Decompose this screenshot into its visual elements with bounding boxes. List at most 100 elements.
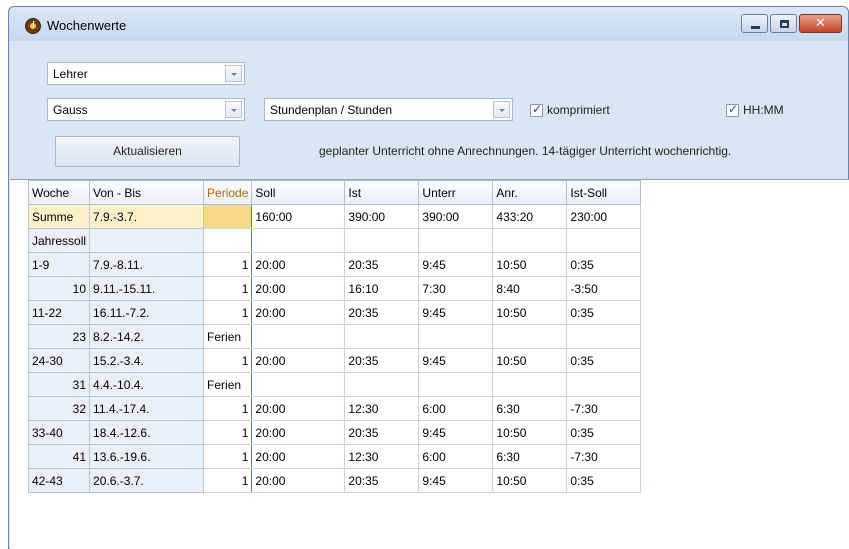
table-cell[interactable]: 12:30 bbox=[344, 444, 420, 469]
table-cell[interactable]: 160:00 bbox=[251, 204, 346, 229]
header-von-bis[interactable]: Von - Bis bbox=[89, 180, 205, 205]
table-cell[interactable]: 0:35 bbox=[566, 420, 642, 445]
table-cell[interactable]: 20:00 bbox=[251, 444, 346, 469]
table-cell[interactable]: 1 bbox=[203, 396, 253, 421]
table-cell[interactable]: 7:30 bbox=[418, 276, 494, 301]
table-row[interactable]: 1-9 7.9.-8.11. 1 20:00 20:35 9:45 10:50 0:35 bbox=[27, 252, 642, 277]
checkbox-checked-icon[interactable] bbox=[530, 102, 543, 117]
close-button[interactable]: ✕ bbox=[799, 14, 842, 33]
table-cell[interactable]: 1-9 bbox=[27, 252, 91, 277]
table-cell[interactable]: 10:50 bbox=[492, 348, 568, 373]
table-cell[interactable]: 4.4.-10.4. bbox=[89, 372, 205, 397]
table-cell[interactable]: -7:30 bbox=[566, 444, 642, 469]
table-cell[interactable] bbox=[566, 324, 642, 349]
table-cell[interactable] bbox=[418, 372, 494, 397]
person-select[interactable]: Gauss bbox=[47, 98, 245, 121]
table-cell[interactable]: Summe bbox=[27, 204, 91, 229]
table-cell[interactable]: 9.11.-15.11. bbox=[89, 276, 205, 301]
table-row[interactable]: 33-40 18.4.-12.6. 1 20:00 20:35 9:45 10:50 0:35 bbox=[27, 420, 642, 445]
table-cell[interactable]: 20:00 bbox=[251, 348, 346, 373]
table-cell[interactable]: 1 bbox=[203, 300, 253, 325]
table-row[interactable]: 11-22 16.11.-7.2. 1 20:00 20:35 9:45 10:50 0:35 bbox=[27, 300, 642, 325]
table-cell[interactable]: 10 bbox=[27, 276, 91, 301]
table-cell[interactable]: 20:00 bbox=[251, 252, 346, 277]
table-cell[interactable]: 1 bbox=[203, 444, 253, 469]
table-cell[interactable] bbox=[492, 228, 568, 253]
table-cell[interactable]: 20:35 bbox=[344, 420, 420, 445]
table-cell[interactable]: 6:30 bbox=[492, 444, 568, 469]
header-unterr[interactable]: Unterr bbox=[418, 180, 494, 205]
table-row[interactable]: 42-43 20.6.-3.7. 1 20:00 20:35 9:45 10:50 0:35 bbox=[27, 468, 642, 493]
table-cell[interactable]: 20.6.-3.7. bbox=[89, 468, 205, 493]
table-cell[interactable]: 20:00 bbox=[251, 276, 346, 301]
table-cell[interactable]: 9:45 bbox=[418, 300, 494, 325]
table-cell[interactable]: Ferien bbox=[203, 372, 253, 397]
table-cell[interactable] bbox=[203, 228, 253, 253]
table-cell[interactable]: 32 bbox=[27, 396, 91, 421]
table-cell[interactable]: 9:45 bbox=[418, 420, 494, 445]
table-cell[interactable]: Jahressoll bbox=[27, 228, 91, 253]
header-ist-soll[interactable]: Ist-Soll bbox=[566, 180, 642, 205]
table-cell[interactable]: 23 bbox=[27, 324, 91, 349]
table-cell[interactable] bbox=[566, 228, 642, 253]
table-row[interactable]: 41 13.6.-19.6. 1 20:00 12:30 6:00 6:30 -7:30 bbox=[27, 444, 642, 469]
checkbox-checked-icon[interactable] bbox=[726, 102, 739, 117]
table-cell[interactable]: 20:00 bbox=[251, 396, 346, 421]
chevron-down-icon[interactable] bbox=[493, 101, 510, 118]
table-cell[interactable]: 10:50 bbox=[492, 468, 568, 493]
table-cell[interactable]: 20:00 bbox=[251, 468, 346, 493]
table-cell[interactable]: 9:45 bbox=[418, 468, 494, 493]
table-cell[interactable]: 20:00 bbox=[251, 420, 346, 445]
table-cell[interactable]: 42-43 bbox=[27, 468, 91, 493]
table-cell[interactable]: 41 bbox=[27, 444, 91, 469]
table-cell[interactable] bbox=[203, 204, 253, 229]
table-cell[interactable]: 9:45 bbox=[418, 348, 494, 373]
table-cell[interactable]: 390:00 bbox=[344, 204, 420, 229]
table-cell[interactable]: 1 bbox=[203, 276, 253, 301]
table-cell[interactable] bbox=[89, 228, 205, 253]
table-cell[interactable]: 20:35 bbox=[344, 300, 420, 325]
header-ist[interactable]: Ist bbox=[344, 180, 420, 205]
table-cell[interactable] bbox=[251, 372, 346, 397]
table-row[interactable]: 32 11.4.-17.4. 1 20:00 12:30 6:00 6:30 -7:30 bbox=[27, 396, 642, 421]
table-cell[interactable]: 0:35 bbox=[566, 468, 642, 493]
table-cell[interactable]: -3:50 bbox=[566, 276, 642, 301]
table-cell[interactable] bbox=[492, 372, 568, 397]
table-cell[interactable]: 0:35 bbox=[566, 252, 642, 277]
table-cell[interactable]: 6:00 bbox=[418, 444, 494, 469]
table-cell[interactable]: 11-22 bbox=[27, 300, 91, 325]
table-cell[interactable] bbox=[418, 228, 494, 253]
table-cell[interactable]: Ferien bbox=[203, 324, 253, 349]
table-cell[interactable]: 20:35 bbox=[344, 348, 420, 373]
table-cell[interactable]: 9:45 bbox=[418, 252, 494, 277]
table-cell[interactable]: 15.2.-3.4. bbox=[89, 348, 205, 373]
header-periode[interactable]: Periode bbox=[203, 180, 253, 205]
table-cell[interactable]: 16.11.-7.2. bbox=[89, 300, 205, 325]
table-row[interactable]: 23 8.2.-14.2. Ferien bbox=[27, 324, 642, 349]
table-cell[interactable] bbox=[344, 228, 420, 253]
table-row[interactable]: 10 9.11.-15.11. 1 20:00 16:10 7:30 8:40 -3:50 bbox=[27, 276, 642, 301]
table-cell[interactable]: 20:00 bbox=[251, 300, 346, 325]
table-row[interactable]: Jahressoll bbox=[27, 228, 642, 253]
header-woche[interactable]: Woche bbox=[27, 180, 91, 205]
maximize-button[interactable] bbox=[770, 14, 797, 33]
table-cell[interactable]: 6:30 bbox=[492, 396, 568, 421]
header-soll[interactable]: Soll bbox=[251, 180, 346, 205]
hhmm-checkbox[interactable]: HH:MM bbox=[726, 102, 784, 117]
table-cell[interactable]: 12:30 bbox=[344, 396, 420, 421]
table-cell[interactable]: 0:35 bbox=[566, 348, 642, 373]
table-cell[interactable] bbox=[418, 324, 494, 349]
table-cell[interactable]: 11.4.-17.4. bbox=[89, 396, 205, 421]
table-cell[interactable]: 10:50 bbox=[492, 420, 568, 445]
komprimiert-checkbox[interactable]: komprimiert bbox=[530, 102, 610, 117]
table-cell[interactable]: 18.4.-12.6. bbox=[89, 420, 205, 445]
table-cell[interactable]: 1 bbox=[203, 252, 253, 277]
header-anr[interactable]: Anr. bbox=[492, 180, 568, 205]
table-row[interactable]: 31 4.4.-10.4. Ferien bbox=[27, 372, 642, 397]
view-select[interactable]: Stundenplan / Stunden bbox=[264, 98, 513, 121]
table-cell[interactable] bbox=[492, 324, 568, 349]
table-cell[interactable]: 20:35 bbox=[344, 468, 420, 493]
table-cell[interactable]: 1 bbox=[203, 420, 253, 445]
table-cell[interactable]: 0:35 bbox=[566, 300, 642, 325]
table-cell[interactable]: -7:30 bbox=[566, 396, 642, 421]
